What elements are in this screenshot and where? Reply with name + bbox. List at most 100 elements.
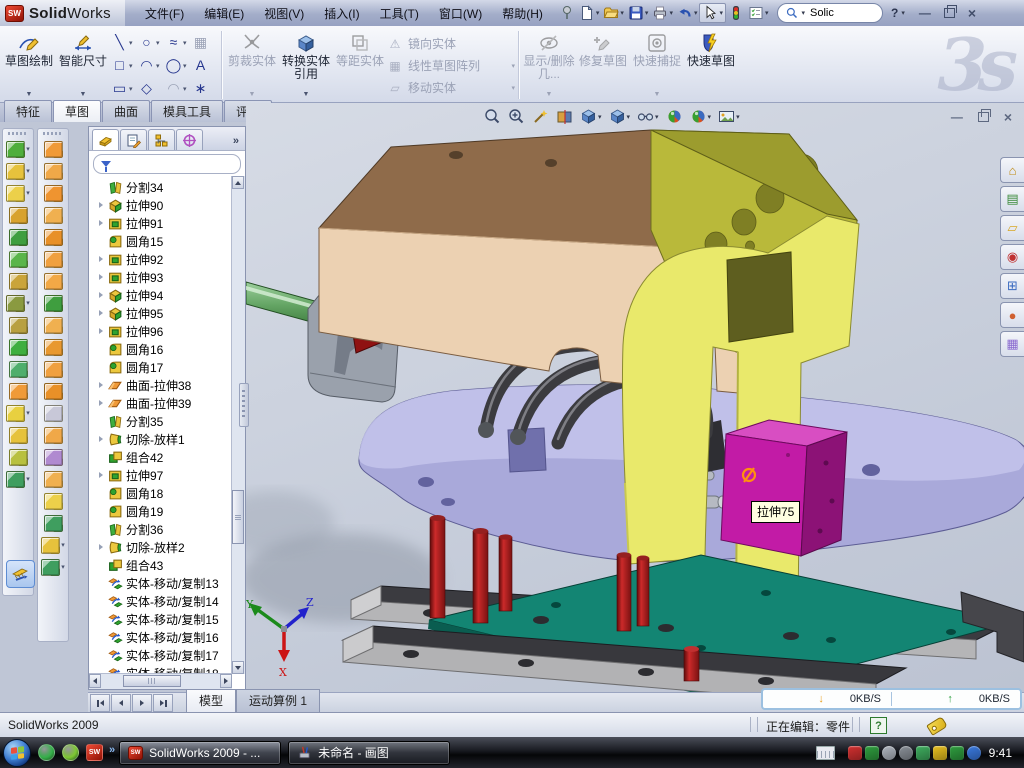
section-view-button[interactable]	[556, 108, 573, 125]
menu-工具[interactable]: 工具(T)	[370, 1, 429, 26]
dropdown-caret-icon[interactable]: ▾	[627, 113, 631, 121]
volume-icon[interactable]	[899, 746, 913, 760]
hide-show-items-button[interactable]: ▾	[637, 108, 659, 125]
knit-surface-button[interactable]	[44, 360, 63, 378]
dropdown-caret-icon[interactable]: ▾	[129, 39, 137, 47]
drive-tools-tab[interactable]: ◉	[1000, 244, 1024, 270]
search-input[interactable]	[808, 6, 874, 20]
swept-surface-button[interactable]	[44, 184, 63, 202]
new-document-button[interactable]: ▾	[577, 4, 602, 22]
prev-tab-button[interactable]	[111, 694, 131, 712]
security-suite-icon[interactable]	[62, 744, 79, 761]
tab-草图[interactable]: 草图	[53, 100, 101, 122]
edit-appearance-button[interactable]	[666, 108, 683, 125]
expand-arrow-icon[interactable]	[96, 202, 105, 208]
pin-button[interactable]	[557, 4, 577, 22]
tree-item[interactable]: 组合43	[96, 556, 232, 574]
dropdown-caret-icon[interactable]: ▾	[156, 62, 164, 70]
point-button[interactable]	[9, 426, 28, 444]
network-icon[interactable]	[916, 746, 930, 760]
close-button[interactable]: ×	[968, 8, 976, 18]
helix-spiral-button[interactable]: ▾	[41, 558, 65, 576]
tab-featuremanager[interactable]	[92, 129, 119, 150]
dropdown-caret-icon[interactable]: ▾	[596, 9, 600, 17]
zoom-fit-button[interactable]	[484, 108, 501, 125]
dropdown-caret-icon[interactable]: ▾	[156, 39, 164, 47]
chamfer-button[interactable]	[9, 206, 28, 224]
reference-geometry-button[interactable]: ▾	[6, 404, 30, 422]
tree-item[interactable]: 分割36	[96, 520, 232, 538]
expand-arrow-icon[interactable]	[96, 544, 105, 550]
fillet-surface-button[interactable]	[44, 492, 63, 510]
ribbon-button-草图绘制[interactable]: 草图绘制▼	[2, 28, 56, 102]
menu-插入[interactable]: 插入(I)	[314, 1, 369, 26]
line-icon[interactable]: ╲	[110, 33, 129, 52]
draft-button[interactable]	[9, 250, 28, 268]
dropdown-caret-icon[interactable]: ▾	[26, 167, 30, 175]
dropdown-caret-icon[interactable]: ▼	[303, 88, 310, 101]
panel-overflow-chevron[interactable]: »	[233, 135, 245, 150]
options-button[interactable]: ▾	[746, 4, 771, 22]
expand-arrow-icon[interactable]	[96, 220, 105, 226]
boundary-surface-button[interactable]	[44, 228, 63, 246]
tree-item[interactable]: 拉伸94	[96, 286, 232, 304]
menu-帮助[interactable]: 帮助(H)	[492, 1, 553, 26]
ime-keyboard-icon[interactable]	[816, 746, 835, 760]
menu-文件[interactable]: 文件(F)	[135, 1, 194, 26]
tree-item[interactable]: 实体-移动/复制15	[96, 610, 232, 628]
messenger-icon[interactable]	[38, 744, 55, 761]
dropdown-caret-icon[interactable]: ▾	[61, 541, 65, 549]
display-style-button[interactable]: ▾	[609, 108, 631, 125]
quick-launch-chevron[interactable]: »	[109, 744, 115, 756]
tree-item[interactable]: 拉伸95	[96, 304, 232, 322]
first-tab-button[interactable]	[90, 694, 110, 712]
taskbar-button-1[interactable]: SWSolidWorks 2009 - ...	[119, 741, 281, 765]
spline-icon[interactable]: ≈	[164, 33, 183, 52]
expand-arrow-icon[interactable]	[96, 274, 105, 280]
tree-item[interactable]: 实体-移动/复制16	[96, 628, 232, 646]
dropdown-caret-icon[interactable]: ▾	[129, 62, 137, 70]
ribbon-button-快速草图[interactable]: 快速草图	[684, 28, 738, 102]
appearances-tab[interactable]: ●	[1000, 302, 1024, 328]
dropdown-caret-icon[interactable]: ▾	[736, 113, 740, 121]
tab-dimxpertmanager[interactable]	[176, 129, 203, 150]
previous-view-button[interactable]	[532, 108, 549, 125]
reference-point-button[interactable]: ▾	[41, 536, 65, 554]
dropdown-caret-icon[interactable]: ▾	[669, 9, 673, 17]
ribbon-button-转换实体引用[interactable]: 转换实体引用▼	[279, 28, 333, 102]
tree-item[interactable]: 实体-移动/复制17	[96, 646, 232, 664]
menu-窗口[interactable]: 窗口(W)	[429, 1, 492, 26]
next-tab-button[interactable]	[132, 694, 152, 712]
print-button[interactable]: ▾	[650, 4, 675, 22]
view-settings-button[interactable]: ▾	[718, 108, 740, 125]
ellipse-icon[interactable]: ◯	[164, 56, 183, 75]
dropdown-caret-icon[interactable]: ▼	[26, 88, 33, 101]
tree-item[interactable]: 圆角17	[96, 358, 232, 376]
dropdown-caret-icon[interactable]: ▼	[546, 88, 553, 101]
dropdown-caret-icon[interactable]: ▾	[26, 475, 30, 483]
tag-icon[interactable]	[926, 716, 948, 736]
expand-arrow-icon[interactable]	[96, 328, 105, 334]
select-cursor-button[interactable]: ▾	[699, 3, 726, 23]
tab-曲面[interactable]: 曲面	[102, 100, 150, 122]
file-explorer-tab[interactable]: ▱	[1000, 215, 1024, 241]
solidworks-launcher-icon[interactable]: SW	[86, 744, 103, 761]
view-palette-tab[interactable]: ⊞	[1000, 273, 1024, 299]
design-library-tab[interactable]: ▤	[1000, 186, 1024, 212]
tree-item[interactable]: 圆角16	[96, 340, 232, 358]
lofted-surface-button[interactable]	[44, 206, 63, 224]
menu-编辑[interactable]: 编辑(E)	[194, 1, 254, 26]
tree-item[interactable]: 拉伸92	[96, 250, 232, 268]
tree-item[interactable]: 分割35	[96, 412, 232, 430]
expand-arrow-icon[interactable]	[96, 436, 105, 442]
dropdown-caret-icon[interactable]: ▾	[645, 9, 649, 17]
tree-item[interactable]: 组合42	[96, 448, 232, 466]
untrim-surface-button[interactable]	[44, 448, 63, 466]
tree-item[interactable]: 切除-放样2	[96, 538, 232, 556]
tree-item[interactable]: 拉伸97	[96, 466, 232, 484]
extruded-cut-button[interactable]: ▾	[6, 162, 30, 180]
dropdown-caret-icon[interactable]: ▾	[26, 299, 30, 307]
flex-button[interactable]	[44, 338, 63, 356]
replace-face-button[interactable]	[44, 426, 63, 444]
dropdown-caret-icon[interactable]: ▾	[708, 113, 712, 121]
